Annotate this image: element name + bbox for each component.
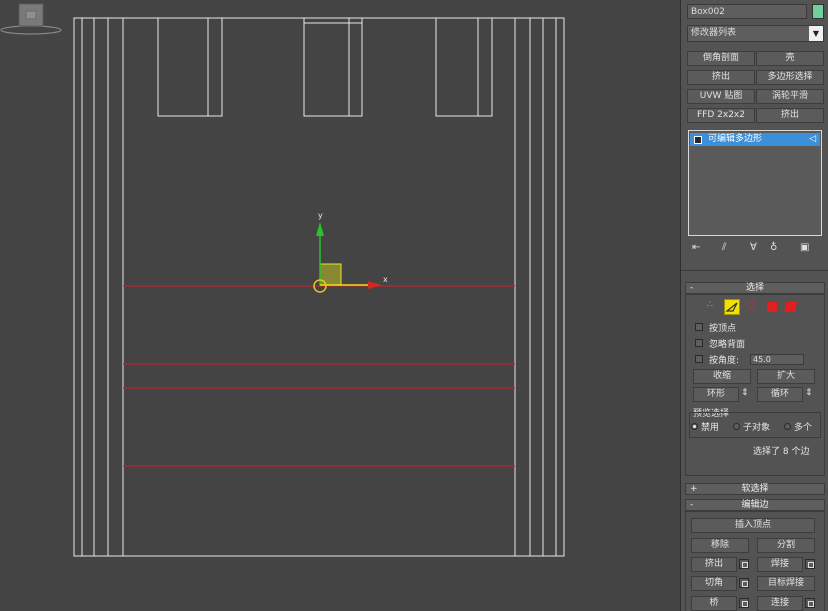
preview-multi-label: 多个 xyxy=(794,423,813,433)
modifier-button-bevel-profile[interactable]: 倒角剖面 xyxy=(687,51,755,66)
edit-edges-rollout-header[interactable]: - 编辑边 xyxy=(685,499,825,511)
gizmo-x-label: x xyxy=(383,275,388,284)
perspective-viewport[interactable]: y x xyxy=(0,0,680,611)
stack-toolbar: ⇤ ⫽ ∀ ♁ ▣ xyxy=(688,242,822,256)
ring-button[interactable]: 环形 xyxy=(693,387,739,402)
gizmo-y-label: y xyxy=(318,211,323,220)
viewcube-icon[interactable] xyxy=(0,0,62,36)
bridge-button[interactable]: 桥 xyxy=(691,596,737,611)
extrude-edge-button[interactable]: 挤出 xyxy=(691,557,737,572)
pin-stack-icon[interactable]: ⇤ xyxy=(692,242,700,253)
modifier-button-ffd[interactable]: FFD 2x2x2 xyxy=(687,108,755,123)
transform-gizmo[interactable]: y x xyxy=(313,211,388,293)
polygon-subobject-icon[interactable] xyxy=(767,302,777,312)
edge-subobject-icon[interactable] xyxy=(724,299,740,315)
border-subobject-icon[interactable]: ◯ xyxy=(746,300,756,310)
chamfer-settings-icon[interactable] xyxy=(739,578,749,588)
soft-selection-rollout-header[interactable]: + 软选择 xyxy=(685,483,825,495)
selection-rollout-header[interactable]: - 选择 xyxy=(685,282,825,294)
selection-rollout-title: 选择 xyxy=(745,283,764,293)
show-end-result-icon[interactable]: ⫽ xyxy=(722,242,726,253)
connect-settings-icon[interactable] xyxy=(805,598,815,608)
modifier-button-shell[interactable]: 壳 xyxy=(756,51,824,66)
loop-button[interactable]: 循环 xyxy=(757,387,803,402)
angle-spinner[interactable]: 45.0 xyxy=(750,354,804,365)
remove-modifier-icon[interactable]: ♁ xyxy=(770,242,777,253)
preview-subobject-label: 子对象 xyxy=(743,423,771,433)
make-unique-icon[interactable]: ∀ xyxy=(750,242,757,253)
by-angle-checkbox[interactable] xyxy=(695,355,703,363)
preview-off-radio[interactable] xyxy=(691,423,698,430)
gizmo-x-arrow xyxy=(368,281,382,289)
modifier-button-turbosmooth[interactable]: 涡轮平滑 xyxy=(756,89,824,104)
by-angle-label: 按角度: xyxy=(709,356,740,366)
preview-subobject-radio[interactable] xyxy=(733,423,740,430)
object-color-swatch[interactable] xyxy=(812,4,824,19)
loop-spinner-icon[interactable]: ⇕ xyxy=(805,388,813,398)
command-panel: Box002 修改器列表 ▼ 倒角剖面 壳 挤出 多边形选择 UVW 贴图 涡轮… xyxy=(680,0,828,611)
preview-off-label: 禁用 xyxy=(701,423,720,433)
vertex-subobject-icon[interactable]: ∴ xyxy=(707,300,713,310)
shrink-button[interactable]: 收缩 xyxy=(693,369,751,384)
gizmo-plane-handle xyxy=(319,263,342,286)
outer-frame xyxy=(73,17,565,557)
stack-item-editable-poly[interactable]: 可编辑多边形 ◁ xyxy=(690,133,820,146)
element-subobject-icon[interactable] xyxy=(783,302,798,312)
modifier-stack[interactable]: 可编辑多边形 ◁ xyxy=(688,130,822,236)
grow-button[interactable]: 扩大 xyxy=(757,369,815,384)
split-button[interactable]: 分割 xyxy=(757,538,815,553)
by-vertex-label: 按顶点 xyxy=(709,324,737,334)
modifier-button-extrude-2[interactable]: 挤出 xyxy=(756,108,824,123)
stack-item-label: 可编辑多边形 xyxy=(708,134,763,144)
ring-spinner-icon[interactable]: ⇕ xyxy=(741,388,749,398)
by-vertex-checkbox[interactable] xyxy=(695,323,703,331)
edit-edges-title: 编辑边 xyxy=(741,500,769,510)
ignore-backfacing-checkbox[interactable] xyxy=(695,339,703,347)
chevron-down-icon[interactable]: ▼ xyxy=(809,26,823,41)
modifier-list-label: 修改器列表 xyxy=(691,28,737,38)
gizmo-y-arrow xyxy=(316,222,324,236)
insert-vertex-button[interactable]: 插入顶点 xyxy=(691,518,815,533)
top-notch xyxy=(435,17,493,117)
top-notch xyxy=(157,17,223,117)
object-name-field[interactable]: Box002 xyxy=(687,4,807,19)
remove-button[interactable]: 移除 xyxy=(691,538,749,553)
subobject-triangle-icon: ◁ xyxy=(809,134,816,144)
lightbulb-icon[interactable] xyxy=(694,136,702,144)
ignore-backfacing-label: 忽略背面 xyxy=(709,340,746,350)
soft-selection-title: 软选择 xyxy=(741,484,769,494)
modifier-button-uvw-map[interactable]: UVW 贴图 xyxy=(687,89,755,104)
weld-settings-icon[interactable] xyxy=(805,559,815,569)
top-notch xyxy=(303,17,363,117)
chamfer-button[interactable]: 切角 xyxy=(691,576,737,591)
weld-button[interactable]: 焊接 xyxy=(757,557,803,572)
extrude-settings-icon[interactable] xyxy=(739,559,749,569)
modifier-list-dropdown[interactable]: 修改器列表 ▼ xyxy=(687,25,824,42)
configure-modifier-sets-icon[interactable]: ▣ xyxy=(800,242,809,253)
bridge-settings-icon[interactable] xyxy=(739,598,749,608)
connect-button[interactable]: 连接 xyxy=(757,596,803,611)
modifier-button-extrude[interactable]: 挤出 xyxy=(687,70,755,85)
wireframe-canvas[interactable]: y x xyxy=(0,0,680,611)
target-weld-button[interactable]: 目标焊接 xyxy=(757,576,815,591)
modifier-button-poly-select[interactable]: 多边形选择 xyxy=(756,70,824,85)
preview-multi-radio[interactable] xyxy=(784,423,791,430)
selection-status: 选择了 8 个边 xyxy=(753,447,810,457)
